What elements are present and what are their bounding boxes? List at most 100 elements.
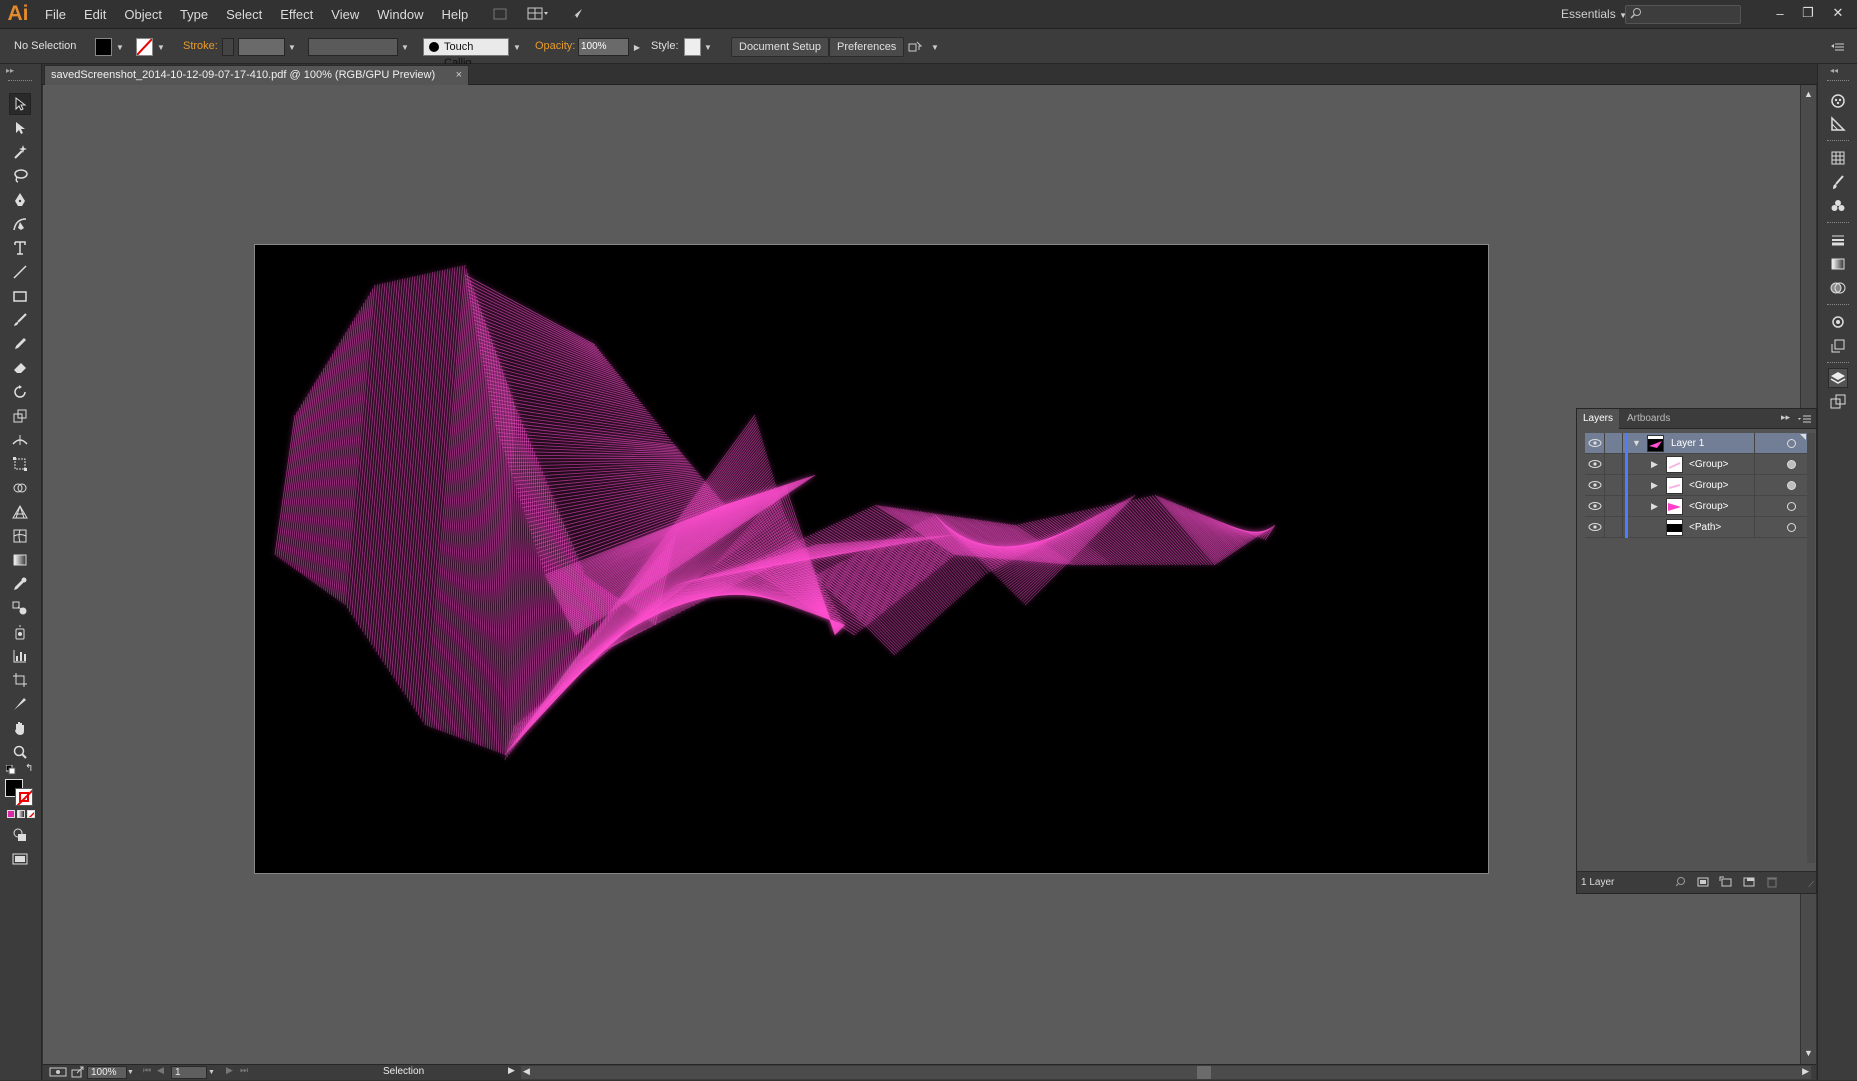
- horizontal-scroll-thumb[interactable]: [1197, 1066, 1211, 1079]
- artwork-ribbons[interactable]: [255, 245, 1489, 874]
- expand-triangle-icon[interactable]: ▶: [1651, 454, 1658, 475]
- style-dropdown[interactable]: ▼: [702, 38, 714, 56]
- brushes-icon[interactable]: [1828, 172, 1848, 192]
- column-graph-tool-icon[interactable]: [9, 645, 31, 667]
- visibility-eye-icon[interactable]: [1588, 459, 1602, 469]
- lasso-tool-icon[interactable]: [9, 165, 31, 187]
- status-tool-label[interactable]: Selection: [383, 1066, 424, 1077]
- arrange-documents-icon[interactable]: [523, 4, 553, 24]
- graphic-style-swatch[interactable]: [684, 38, 701, 56]
- layer-row-group-2[interactable]: ▶ <Group>: [1585, 475, 1808, 496]
- layer-row-path[interactable]: <Path>: [1585, 517, 1808, 538]
- color-guide-icon[interactable]: [1828, 90, 1848, 110]
- mesh-tool-icon[interactable]: [9, 525, 31, 547]
- profile-dropdown[interactable]: ▼: [399, 38, 411, 56]
- none-mode-button[interactable]: [27, 810, 35, 818]
- stroke-dropdown[interactable]: ▼: [155, 38, 167, 56]
- visibility-eye-icon[interactable]: [1588, 438, 1602, 448]
- layer-target-icon[interactable]: [1787, 523, 1796, 532]
- dock-grip[interactable]: [1827, 362, 1849, 365]
- layers-panel-icon[interactable]: [1828, 368, 1848, 388]
- restore-button[interactable]: ❐: [1795, 2, 1821, 24]
- zoom-tool-icon[interactable]: [9, 741, 31, 763]
- close-tab-icon[interactable]: ×: [456, 66, 462, 85]
- workspace-switcher[interactable]: Essentials ▼: [1561, 0, 1627, 29]
- gpu-performance-icon[interactable]: [49, 1066, 67, 1078]
- screen-mode-icon[interactable]: [9, 848, 31, 870]
- visibility-eye-icon[interactable]: [1588, 501, 1602, 511]
- artboards-panel-icon[interactable]: [1828, 392, 1848, 412]
- magic-wand-tool-icon[interactable]: [9, 141, 31, 163]
- bridge-icon[interactable]: [485, 4, 515, 24]
- tab-artboards[interactable]: Artboards: [1621, 409, 1676, 429]
- create-sublayer-icon[interactable]: [1719, 876, 1733, 888]
- dock-grip[interactable]: [1827, 140, 1849, 143]
- delete-layer-icon[interactable]: [1766, 876, 1778, 888]
- stroke-weight-field[interactable]: [238, 38, 285, 56]
- symbols-icon[interactable]: [1828, 196, 1848, 216]
- preferences-button[interactable]: Preferences: [829, 37, 904, 57]
- layer-target-icon[interactable]: [1787, 502, 1796, 511]
- previous-artboard-icon[interactable]: ◀: [157, 1065, 164, 1076]
- panel-menu-icon[interactable]: [1798, 413, 1812, 423]
- last-artboard-icon[interactable]: ⏭: [240, 1065, 248, 1076]
- blend-tool-icon[interactable]: [9, 597, 31, 619]
- layers-scrollbar[interactable]: [1807, 433, 1815, 863]
- color-mode-button[interactable]: [7, 810, 15, 818]
- variable-width-profile[interactable]: [308, 38, 398, 56]
- scroll-up-icon[interactable]: ▲: [1804, 89, 1813, 99]
- expand-triangle-icon[interactable]: ▶: [1651, 496, 1658, 517]
- symbol-sprayer-tool-icon[interactable]: [9, 621, 31, 643]
- expand-triangle-icon[interactable]: ▼: [1632, 433, 1641, 454]
- free-transform-tool-icon[interactable]: [9, 453, 31, 475]
- scroll-right-icon[interactable]: ▶: [1802, 1066, 1809, 1077]
- layer-target-icon[interactable]: [1787, 460, 1796, 469]
- make-clipping-mask-icon[interactable]: [1697, 876, 1709, 888]
- stroke-weight-stepper[interactable]: [222, 38, 234, 56]
- stroke-label[interactable]: Stroke:: [183, 29, 218, 64]
- group-name[interactable]: <Group>: [1689, 496, 1728, 517]
- width-tool-icon[interactable]: [9, 429, 31, 451]
- eyedropper-tool-icon[interactable]: [9, 573, 31, 595]
- brush-definition-field[interactable]: Touch Callig...: [423, 38, 509, 56]
- swatches-icon[interactable]: [1828, 148, 1848, 168]
- visibility-eye-icon[interactable]: [1588, 522, 1602, 532]
- gradient-tool-icon[interactable]: [9, 549, 31, 571]
- layer-row-group-3[interactable]: ▶ <Group>: [1585, 496, 1808, 517]
- direct-selection-tool-icon[interactable]: [9, 117, 31, 139]
- select-similar-icon[interactable]: [905, 38, 927, 56]
- opacity-label[interactable]: Opacity:: [535, 29, 575, 64]
- menu-file[interactable]: File: [36, 0, 75, 29]
- artboard-number-field[interactable]: 1: [171, 1066, 207, 1079]
- layer-row-group-1[interactable]: ▶ <Group>: [1585, 454, 1808, 475]
- pen-tool-icon[interactable]: [9, 189, 31, 211]
- perspective-grid-tool-icon[interactable]: [9, 501, 31, 523]
- dock-grip[interactable]: [1827, 304, 1849, 307]
- create-new-layer-icon[interactable]: [1743, 876, 1755, 888]
- fill-swatch[interactable]: [95, 38, 112, 56]
- gpu-rocket-icon[interactable]: [561, 4, 591, 24]
- menu-edit[interactable]: Edit: [75, 0, 115, 29]
- horizontal-scrollbar[interactable]: ◀ ▶: [521, 1066, 1811, 1079]
- select-similar-dropdown[interactable]: ▼: [929, 38, 941, 56]
- menu-select[interactable]: Select: [217, 0, 271, 29]
- shape-builder-tool-icon[interactable]: [9, 477, 31, 499]
- zoom-level-field[interactable]: 100%: [87, 1066, 127, 1079]
- next-artboard-icon[interactable]: ▶: [226, 1065, 233, 1076]
- menu-window[interactable]: Window: [368, 0, 432, 29]
- graphic-styles-icon[interactable]: [1828, 336, 1848, 356]
- stroke-weight-dropdown[interactable]: ▼: [286, 38, 298, 56]
- fill-dropdown[interactable]: ▼: [114, 38, 126, 56]
- collapse-panel-icon[interactable]: ▸▸: [1781, 412, 1790, 423]
- layer-name[interactable]: Layer 1: [1671, 433, 1704, 454]
- dock-grip[interactable]: [1827, 222, 1849, 225]
- help-search-input[interactable]: [1625, 5, 1741, 24]
- rectangle-tool-icon[interactable]: [9, 285, 31, 307]
- share-icon[interactable]: [71, 1066, 85, 1078]
- group-name[interactable]: <Group>: [1689, 454, 1728, 475]
- line-segment-tool-icon[interactable]: [9, 261, 31, 283]
- rotate-tool-icon[interactable]: [9, 381, 31, 403]
- layer-target-icon[interactable]: [1787, 439, 1796, 448]
- expand-dock-icon[interactable]: ◂◂: [1830, 66, 1838, 75]
- transparency-panel-icon[interactable]: [1828, 278, 1848, 298]
